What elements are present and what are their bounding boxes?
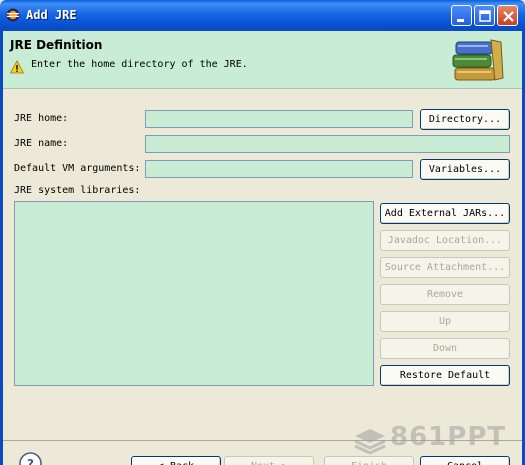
- vm-arguments-label: Default VM arguments:: [14, 163, 141, 174]
- books-icon: [452, 39, 504, 81]
- system-libraries-list[interactable]: [14, 201, 374, 386]
- directory-button[interactable]: Directory...: [420, 109, 510, 130]
- down-button[interactable]: Down: [380, 338, 510, 359]
- maximize-icon: [479, 10, 491, 22]
- watermark-logo-icon: [354, 429, 386, 455]
- jre-home-input[interactable]: [145, 110, 413, 128]
- next-button[interactable]: Next >: [224, 456, 314, 465]
- system-libraries-label: JRE system libraries:: [14, 185, 141, 196]
- source-attachment-button[interactable]: Source Attachment...: [380, 257, 510, 278]
- page-title: JRE Definition: [10, 38, 103, 52]
- minimize-button[interactable]: [451, 5, 472, 26]
- minimize-icon: [457, 19, 464, 22]
- cancel-button[interactable]: Cancel: [420, 456, 510, 465]
- svg-text:?: ?: [27, 457, 34, 465]
- watermark-text: 861PPT: [390, 422, 507, 452]
- restore-default-button[interactable]: Restore Default: [380, 365, 510, 386]
- close-button[interactable]: [497, 5, 518, 26]
- remove-button[interactable]: Remove: [380, 284, 510, 305]
- variables-button[interactable]: Variables...: [420, 159, 510, 180]
- add-external-jars-button[interactable]: Add External JARs...: [380, 203, 510, 224]
- jre-home-label: JRE home:: [14, 113, 69, 124]
- status-message: Enter the home directory of the JRE.: [31, 59, 248, 70]
- window-title: Add JRE: [26, 8, 77, 22]
- close-icon: [503, 11, 514, 22]
- up-button[interactable]: Up: [380, 311, 510, 332]
- maximize-button[interactable]: [474, 5, 495, 26]
- jre-name-label: JRE name:: [14, 138, 69, 149]
- javadoc-location-button[interactable]: Javadoc Location...: [380, 230, 510, 251]
- window-frame-left: [0, 31, 3, 465]
- warning-icon: [10, 60, 24, 74]
- title-bar[interactable]: Add JRE: [0, 0, 525, 31]
- header-banner: JRE Definition Enter the home directory …: [3, 31, 522, 89]
- back-button[interactable]: < Back: [131, 456, 221, 465]
- finish-button[interactable]: Finish: [324, 456, 414, 465]
- vm-arguments-input[interactable]: [145, 160, 413, 178]
- help-icon[interactable]: ?: [19, 452, 42, 465]
- eclipse-icon: [6, 8, 20, 22]
- jre-name-input[interactable]: [145, 135, 510, 153]
